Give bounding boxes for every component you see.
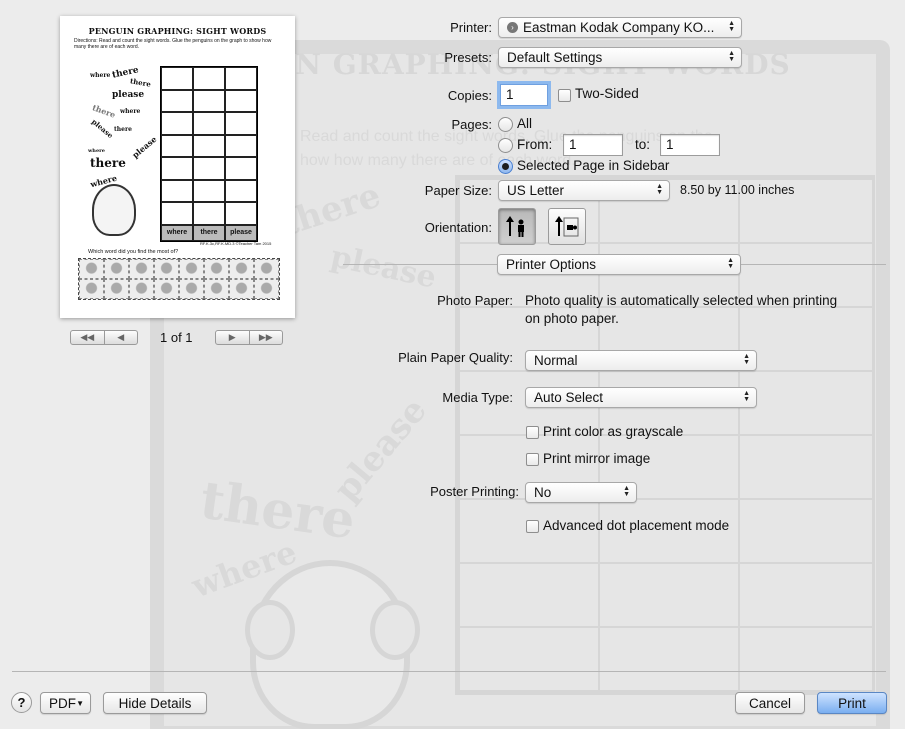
preview-penguin-cards	[78, 258, 280, 300]
printer-popup[interactable]: › Eastman Kodak Company KO... ▲ ▼	[498, 17, 742, 38]
pager-forward-group: ▶ ▶▶	[215, 330, 283, 345]
pages-all-label: All	[517, 116, 533, 131]
backdrop-penguin-ear	[370, 600, 420, 660]
paper-size-label: Paper Size:	[424, 183, 492, 198]
pages-label: Pages:	[451, 117, 492, 132]
popup-arrows-icon: ▲ ▼	[728, 50, 735, 63]
photo-paper-label: Photo Paper:	[437, 293, 513, 308]
preview-graph-label: where	[161, 224, 193, 241]
preview-graph-label: please	[225, 224, 257, 241]
paper-dimensions: 8.50 by 11.00 inches	[680, 183, 795, 197]
popup-arrows-icon: ▲ ▼	[728, 20, 735, 33]
pdf-menu-button[interactable]: PDF ▼	[40, 692, 91, 714]
paper-size-value: US Letter	[507, 183, 565, 198]
two-sided-checkbox[interactable]	[558, 89, 571, 102]
backdrop-penguin-ear	[245, 600, 295, 660]
preview-credit: RF.K.3c,RF.K.MD.3 ©Teacher Tam 2015	[200, 241, 272, 246]
popup-arrows-icon: ▲ ▼	[656, 183, 663, 196]
pages-to-label: to:	[635, 137, 651, 152]
preview-graph: where there please	[160, 66, 258, 242]
next-page-icon[interactable]: ▶	[216, 331, 249, 344]
copies-field[interactable]: 1	[500, 84, 548, 106]
popup-arrows-icon: ▲ ▼	[743, 353, 750, 366]
pages-to-field[interactable]: 1	[660, 134, 720, 156]
presets-label: Presets:	[444, 50, 492, 65]
media-type-value: Auto Select	[534, 390, 604, 405]
section-popup[interactable]: Printer Options ▲ ▼	[497, 254, 741, 275]
advanced-dot-label: Advanced dot placement mode	[543, 518, 730, 533]
preview-question: Which word did you find the most of?	[88, 249, 179, 255]
presets-popup[interactable]: Default Settings ▲ ▼	[498, 47, 742, 68]
plain-paper-quality-label: Plain Paper Quality:	[398, 350, 513, 365]
hide-details-button[interactable]: Hide Details	[103, 692, 207, 714]
help-button[interactable]: ?	[11, 692, 32, 713]
footer-divider	[12, 671, 886, 672]
grayscale-checkbox[interactable]	[526, 426, 539, 439]
plain-paper-quality-value: Normal	[534, 353, 578, 368]
pages-range-radio[interactable]	[498, 138, 513, 153]
pager-back-group: ◀◀ ◀	[70, 330, 138, 345]
media-type-label: Media Type:	[442, 390, 513, 405]
preview-directions: Directions: Read and count the sight wor…	[74, 38, 272, 50]
landscape-icon	[555, 215, 579, 236]
photo-paper-text-line-1: Photo quality is automatically selected …	[525, 293, 838, 308]
orientation-portrait-button[interactable]	[498, 208, 536, 245]
orientation-label: Orientation:	[424, 220, 492, 235]
media-type-popup[interactable]: Auto Select ▲ ▼	[525, 387, 757, 408]
preview-penguin	[92, 184, 136, 236]
popup-arrows-icon: ▲ ▼	[727, 257, 734, 270]
orientation-landscape-button[interactable]	[548, 208, 586, 245]
chevron-down-icon: ▼	[76, 699, 84, 708]
previous-page-icon[interactable]: ◀	[103, 331, 138, 344]
advanced-dot-checkbox[interactable]	[526, 520, 539, 533]
popup-arrows-icon: ▲ ▼	[743, 390, 750, 403]
section-value: Printer Options	[506, 257, 597, 272]
last-page-icon[interactable]: ▶▶	[248, 331, 283, 344]
two-sided-label: Two-Sided	[575, 86, 639, 101]
first-page-icon[interactable]: ◀◀	[71, 331, 104, 344]
cancel-button[interactable]: Cancel	[735, 692, 805, 714]
preview-worksheet-title: PENGUIN GRAPHING: SIGHT WORDS	[88, 26, 267, 36]
grayscale-label: Print color as grayscale	[543, 424, 684, 439]
preview-graph-label: there	[193, 224, 225, 241]
printer-status-icon: ›	[507, 22, 518, 33]
pages-from-label: From:	[517, 137, 553, 152]
plain-paper-quality-popup[interactable]: Normal ▲ ▼	[525, 350, 757, 371]
page-preview-thumbnail[interactable]: PENGUIN GRAPHING: SIGHT WORDS Directions…	[60, 16, 295, 318]
mirror-image-checkbox[interactable]	[526, 453, 539, 466]
portrait-icon	[506, 215, 524, 237]
printer-label: Printer:	[450, 20, 492, 35]
poster-printing-label: Poster Printing:	[430, 484, 519, 499]
presets-value: Default Settings	[507, 50, 603, 65]
print-button[interactable]: Print	[817, 692, 887, 714]
poster-printing-value: No	[534, 485, 552, 500]
pages-from-field[interactable]: 1	[563, 134, 623, 156]
mirror-image-label: Print mirror image	[543, 451, 651, 466]
page-count: 1 of 1	[160, 330, 193, 345]
pdf-label: PDF	[49, 695, 76, 711]
photo-paper-text-line-2: on photo paper.	[525, 311, 619, 326]
poster-printing-popup[interactable]: No ▲ ▼	[525, 482, 637, 503]
pages-selected-label: Selected Page in Sidebar	[517, 158, 670, 173]
popup-arrows-icon: ▲ ▼	[623, 485, 630, 498]
copies-label: Copies:	[447, 88, 492, 103]
pages-all-radio[interactable]	[498, 117, 513, 132]
paper-size-popup[interactable]: US Letter ▲ ▼	[498, 180, 670, 201]
printer-value: Eastman Kodak Company KO...	[523, 20, 715, 35]
pages-selected-radio[interactable]	[498, 159, 513, 174]
